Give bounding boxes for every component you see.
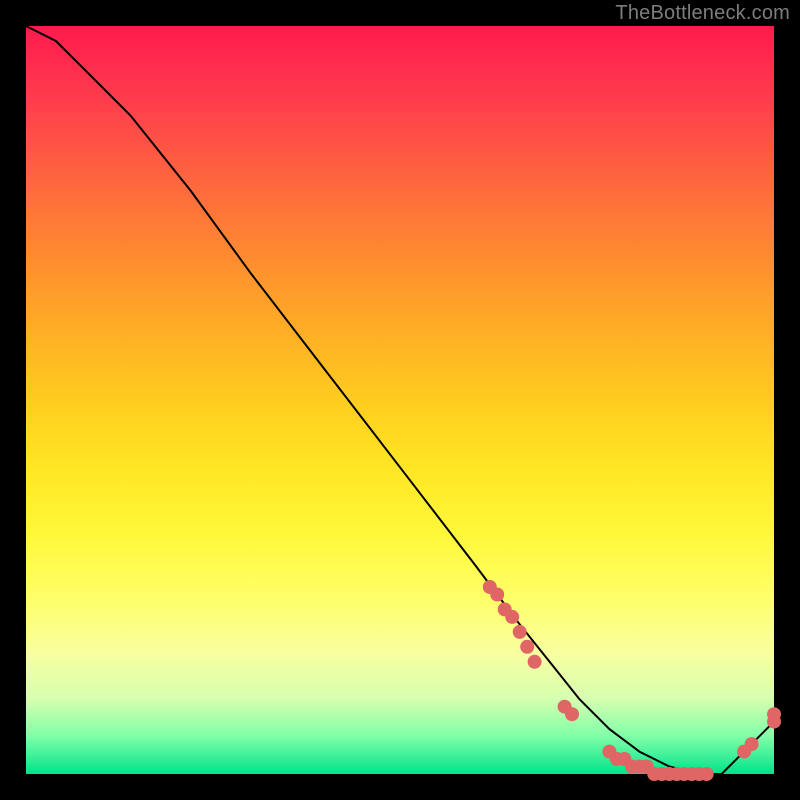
highlight-dot xyxy=(767,707,781,721)
highlight-dot xyxy=(700,767,714,781)
highlight-dots xyxy=(483,580,781,781)
highlight-dot xyxy=(528,655,542,669)
highlight-dot xyxy=(565,707,579,721)
chart-svg xyxy=(26,26,774,774)
highlight-dot xyxy=(490,588,504,602)
highlight-dot xyxy=(505,610,519,624)
bottleneck-curve xyxy=(26,26,774,774)
highlight-dot xyxy=(745,737,759,751)
chart-plot-area xyxy=(26,26,774,774)
chart-frame: TheBottleneck.com xyxy=(0,0,800,800)
highlight-dot xyxy=(513,625,527,639)
highlight-dot xyxy=(520,640,534,654)
watermark-text: TheBottleneck.com xyxy=(615,2,790,25)
